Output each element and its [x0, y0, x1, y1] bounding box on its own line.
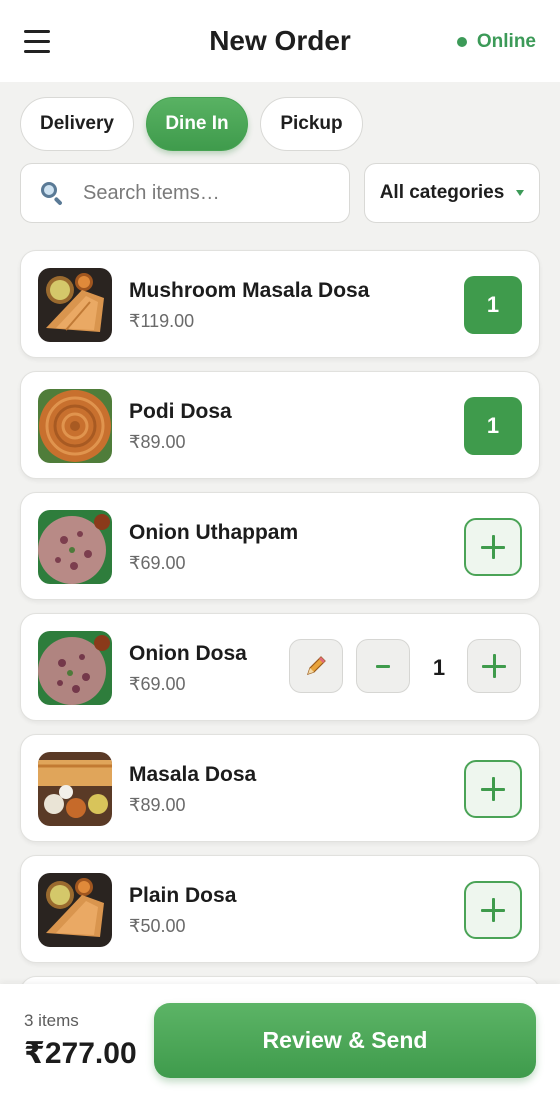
dosa-image	[38, 873, 112, 947]
search-icon	[39, 180, 65, 206]
tab-dine-in[interactable]: Dine In	[146, 97, 248, 151]
menu-item-card[interactable]: Plain Dosa ₹50.00	[20, 855, 540, 963]
menu-item-card[interactable]: Podi Dosa ₹89.00 1	[20, 371, 540, 479]
uthappam-image	[38, 510, 112, 584]
menu-item-card[interactable]: Masala Dosa ₹89.00	[20, 734, 540, 842]
dosa-image	[38, 631, 112, 705]
item-price: ₹89.00	[129, 432, 186, 452]
search-input[interactable]	[83, 181, 323, 205]
item-name: Podi Dosa	[129, 400, 232, 423]
status-dot-icon	[456, 37, 467, 47]
decrease-quantity-button[interactable]	[356, 639, 410, 693]
pencil-icon	[307, 656, 326, 675]
add-item-button[interactable]	[464, 760, 522, 818]
increase-quantity-button[interactable]	[467, 639, 521, 693]
menu-item-card[interactable]: Onion Dosa ₹69.00 1	[20, 613, 540, 721]
menu-item-card[interactable]: Onion Uthappam ₹69.00	[20, 492, 540, 600]
tab-delivery[interactable]: Delivery	[20, 97, 134, 151]
category-dropdown[interactable]: All categories	[364, 163, 540, 223]
online-status: Online	[456, 31, 536, 53]
quantity-value: 1	[432, 655, 446, 680]
category-label: All categories	[379, 182, 505, 203]
status-label: Online	[476, 31, 536, 52]
dosa-image	[38, 389, 112, 463]
item-name: Onion Uthappam	[129, 521, 299, 544]
review-send-button[interactable]: Review & Send	[154, 1003, 536, 1078]
tab-pickup[interactable]: Pickup	[260, 97, 363, 151]
app-header: New Order Online	[0, 0, 560, 82]
plus-icon	[482, 654, 506, 678]
item-name: Onion Dosa	[129, 642, 247, 665]
plus-icon	[481, 777, 505, 801]
item-price: ₹89.00	[129, 795, 186, 815]
order-summary-bar: 3 items ₹277.00 Review & Send	[0, 984, 560, 1096]
item-price: ₹69.00	[129, 553, 186, 573]
minus-icon	[376, 664, 390, 668]
plus-icon	[481, 535, 505, 559]
order-type-tabs: Delivery Dine In Pickup	[20, 97, 363, 151]
edit-note-button[interactable]	[289, 639, 343, 693]
item-price: ₹50.00	[129, 916, 186, 936]
search-box[interactable]	[20, 163, 350, 223]
dosa-image	[38, 752, 112, 826]
chevron-down-icon	[516, 190, 525, 196]
menu-item-card[interactable]: Mushroom Masala Dosa ₹119.00 1	[20, 250, 540, 358]
add-item-button[interactable]	[464, 518, 522, 576]
item-name: Masala Dosa	[129, 763, 257, 786]
dosa-image	[38, 268, 112, 342]
add-item-button[interactable]	[464, 881, 522, 939]
plus-icon	[481, 898, 505, 922]
quantity-badge[interactable]: 1	[464, 397, 522, 455]
item-price: ₹69.00	[129, 674, 186, 694]
item-name: Mushroom Masala Dosa	[129, 279, 370, 302]
item-count: 3 items	[24, 1011, 79, 1030]
quantity-badge[interactable]: 1	[464, 276, 522, 334]
item-price: ₹119.00	[129, 311, 195, 331]
item-name: Plain Dosa	[129, 884, 237, 907]
order-total: ₹277.00	[24, 1037, 137, 1070]
